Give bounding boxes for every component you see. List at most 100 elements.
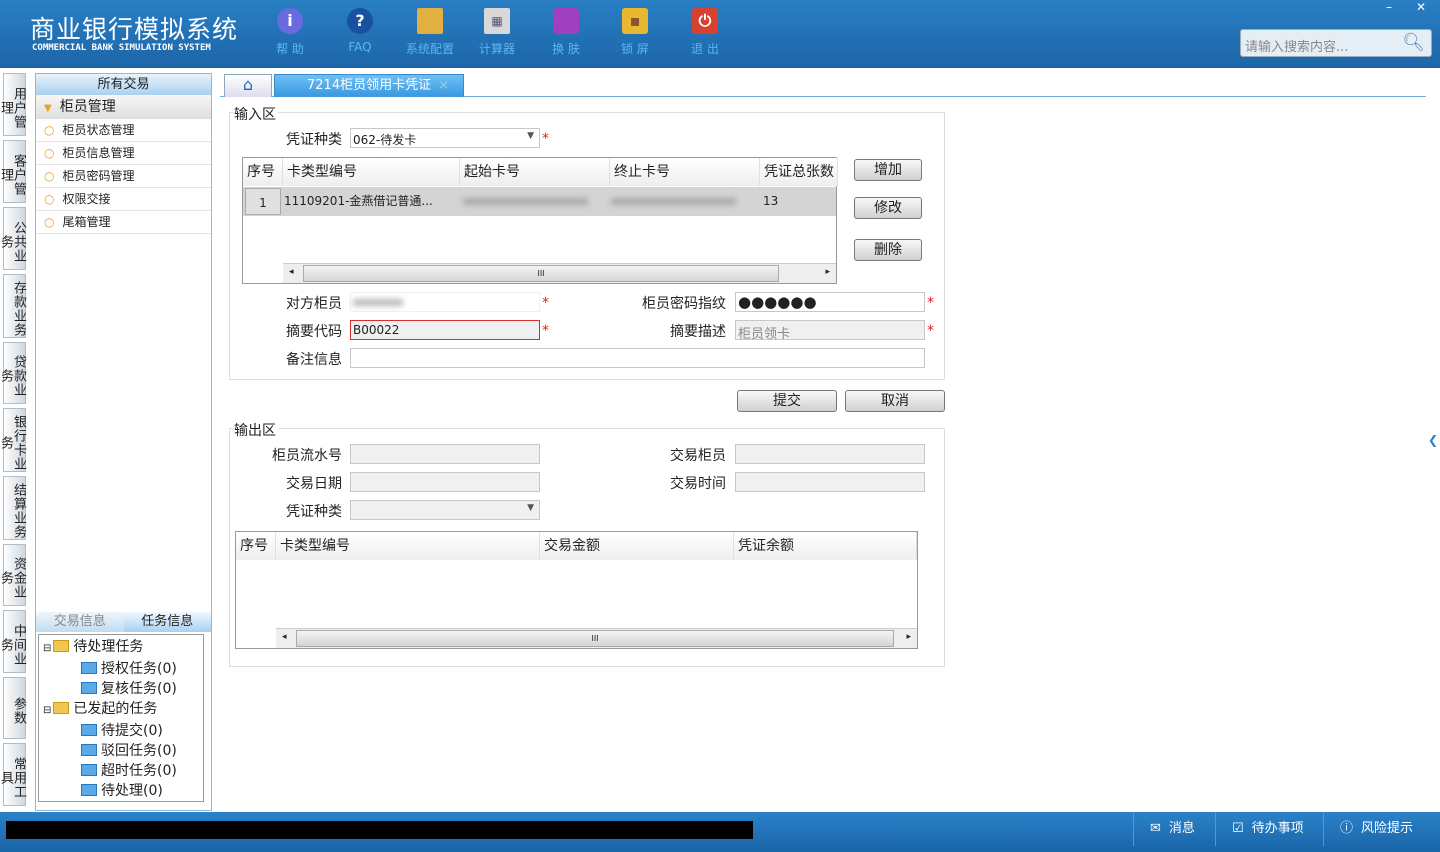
vtab-6[interactable]: 结算业务 xyxy=(3,476,26,540)
collapse-icon[interactable]: ⊟ xyxy=(43,705,51,716)
vtab-8[interactable]: 中间业务 xyxy=(0,610,26,673)
tree-item[interactable]: 待处理(0) xyxy=(43,781,199,801)
calculator-button[interactable]: ▦ 计算器 xyxy=(467,8,527,57)
tool-label: 退 出 xyxy=(691,42,719,56)
folder-label: 待处理任务 xyxy=(73,639,144,655)
sidebar-header[interactable]: 所有交易 xyxy=(36,74,211,95)
submit-button[interactable]: 提交 xyxy=(737,390,837,412)
scroll-right-icon[interactable]: ▸ xyxy=(906,632,911,642)
tree-item[interactable]: 授权任务(0) xyxy=(43,659,199,679)
voucher-type-select[interactable]: 062-待发卡 ▼ xyxy=(350,128,540,148)
close-window-button[interactable]: ✕ xyxy=(1406,0,1436,18)
edit-button[interactable]: 修改 xyxy=(854,197,922,219)
item-label: 超时任务(0) xyxy=(101,763,177,779)
todo-label: 待办事项 xyxy=(1251,821,1304,836)
add-button[interactable]: 增加 xyxy=(854,159,922,181)
item-label: 柜员密码管理 xyxy=(62,169,135,183)
scroll-left-icon[interactable]: ◂ xyxy=(282,632,287,642)
vtab-5[interactable]: 银行卡业务 xyxy=(0,408,26,472)
scroll-right-icon[interactable]: ▸ xyxy=(825,267,830,277)
tab-transaction-info[interactable]: 交易信息 xyxy=(36,612,124,632)
sidebar-group-teller[interactable]: ▼ 柜员管理 xyxy=(36,95,211,119)
risk-button[interactable]: ⓘ 风险提示 xyxy=(1323,812,1440,846)
col-header: 序号 xyxy=(236,532,276,560)
task-tree: ⊟ 待处理任务授权任务(0) 复核任务(0) ⊟ 已发起的任务 待提交(0) 驳回任务(0)… xyxy=(38,634,204,802)
todo-button[interactable]: ☑ 待办事项 xyxy=(1215,812,1323,846)
search-input[interactable]: 请输入搜索内容... 🔍︎ xyxy=(1240,29,1432,57)
folder-icon xyxy=(81,662,97,674)
horizontal-scrollbar[interactable]: ◂ III ▸ xyxy=(283,263,836,283)
tree-folder[interactable]: ⊟ 已发起的任务 xyxy=(43,699,199,721)
tab-7214[interactable]: 7214柜员领用卡凭证 × xyxy=(274,74,464,97)
tree-item[interactable]: 复核任务(0) xyxy=(43,679,199,699)
item-label: 柜员状态管理 xyxy=(62,123,135,137)
toolbox-icon xyxy=(417,8,443,34)
tree-item[interactable]: 待提交(0) xyxy=(43,721,199,741)
checkbox-icon: ☑ xyxy=(1232,821,1244,836)
close-tab-icon[interactable]: × xyxy=(438,75,449,97)
vtab-3[interactable]: 存款业务 xyxy=(3,274,26,338)
bottom-tabs: 交易信息 任务信息 xyxy=(36,612,211,632)
status-bar: ✉ 消息 ☑ 待办事项 ⓘ 风险提示 xyxy=(0,812,1440,852)
collapse-icon[interactable]: ⊟ xyxy=(43,643,51,654)
home-tab[interactable]: ⌂ xyxy=(224,74,272,97)
required-mark: * xyxy=(542,323,549,339)
item-label: 复核任务(0) xyxy=(101,681,177,697)
messages-button[interactable]: ✉ 消息 xyxy=(1133,812,1215,846)
vtab-10[interactable]: 常用工具 xyxy=(0,743,26,806)
tree-folder[interactable]: ⊟ 待处理任务 xyxy=(43,637,199,659)
vtab-9[interactable]: 参数 xyxy=(3,677,26,739)
status-message-area xyxy=(6,821,753,839)
vtab-2[interactable]: 公共业务 xyxy=(0,207,26,270)
scroll-thumb[interactable]: III xyxy=(296,630,894,647)
sidebar-item[interactable]: ○ 尾箱管理 xyxy=(36,211,211,234)
sidebar-item[interactable]: ○ 柜员信息管理 xyxy=(36,142,211,165)
table-row[interactable]: 1 11109201-金燕借记普通... 13 xyxy=(243,187,836,216)
calculator-icon: ▦ xyxy=(484,8,510,34)
summary-code-input[interactable]: B00022 xyxy=(350,320,540,340)
col-header: 凭证余额 xyxy=(734,532,917,560)
password-input[interactable]: ●●●●●● xyxy=(735,292,925,312)
sidebar-item[interactable]: ○ 柜员密码管理 xyxy=(36,165,211,188)
delete-button[interactable]: 删除 xyxy=(854,239,922,261)
search-icon[interactable]: 🔍︎ xyxy=(1402,32,1425,53)
cell-card-type: 11109201-金燕借记普通... xyxy=(284,194,433,208)
collapse-right-handle[interactable]: ❮ xyxy=(1428,420,1438,460)
vtab-1[interactable]: 客户管理 xyxy=(0,140,26,203)
col-header: 凭证总张数 xyxy=(760,158,838,186)
remark-label: 备注信息 xyxy=(286,352,342,368)
output-voucher-type-label: 凭证种类 xyxy=(286,504,342,520)
vtab-4[interactable]: 贷款业务 xyxy=(0,342,26,404)
help-button[interactable]: i 帮 助 xyxy=(260,8,320,57)
caret-down-icon: ▼ xyxy=(44,103,52,114)
lock-button[interactable]: ▪ 锁 屏 xyxy=(605,8,665,57)
horizontal-scrollbar[interactable]: ◂ III ▸ xyxy=(276,628,917,648)
home-icon: ⌂ xyxy=(242,75,254,94)
header: 商业银行模拟系统 COMMERCIAL BANK SIMULATION SYST… xyxy=(0,0,1440,68)
teller-output xyxy=(735,444,925,464)
col-header: 序号 xyxy=(243,158,283,186)
item-label: 柜员信息管理 xyxy=(62,146,135,160)
minimize-button[interactable]: – xyxy=(1374,0,1404,18)
sidebar-item[interactable]: ○ 权限交接 xyxy=(36,188,211,211)
folder-icon xyxy=(81,744,97,756)
tree-item[interactable]: 超时任务(0) xyxy=(43,761,199,781)
faq-button[interactable]: ? FAQ xyxy=(330,8,390,54)
settings-button[interactable]: 系统配置 xyxy=(400,8,460,57)
scroll-thumb[interactable]: III xyxy=(303,265,779,282)
tree-item[interactable]: 驳回任务(0) xyxy=(43,741,199,761)
tab-task-info[interactable]: 任务信息 xyxy=(123,612,211,632)
remark-input[interactable] xyxy=(350,348,925,368)
app-subtitle: COMMERCIAL BANK SIMULATION SYSTEM xyxy=(32,43,211,53)
output-voucher-type-select[interactable]: ▼ xyxy=(350,500,540,520)
output-grid: 序号 卡类型编号 交易金额 凭证余额 ◂ III ▸ xyxy=(235,531,918,649)
sidebar-item[interactable]: ○ 柜员状态管理 xyxy=(36,119,211,142)
vtab-0[interactable]: 用户管理 xyxy=(0,73,26,136)
summary-desc-input[interactable]: 柜员领卡 xyxy=(735,320,925,342)
cancel-button[interactable]: 取消 xyxy=(845,390,945,412)
skin-button[interactable]: 换 肤 xyxy=(536,8,596,57)
vtab-7[interactable]: 资金业务 xyxy=(0,544,26,606)
exit-button[interactable]: ⏻ 退 出 xyxy=(675,8,735,57)
scroll-left-icon[interactable]: ◂ xyxy=(289,267,294,277)
counter-teller-input[interactable] xyxy=(350,292,540,312)
